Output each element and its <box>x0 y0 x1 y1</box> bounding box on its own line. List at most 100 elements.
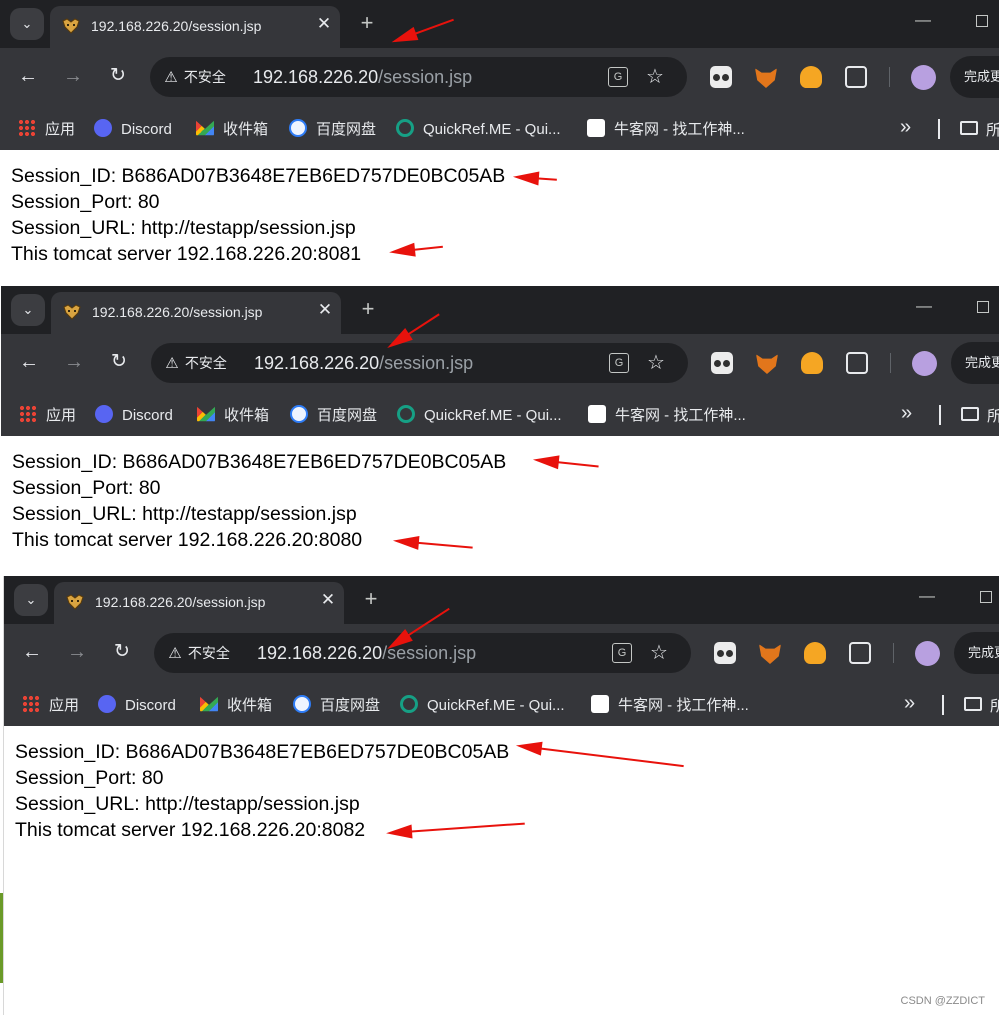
security-chip[interactable]: ⚠ 不安全 <box>162 65 226 89</box>
browser-screenshot-1: ⌄ 192.168.226.20/session.jsp ✕ + — ← → ↻… <box>0 0 999 283</box>
bookmark-quickref[interactable]: QuickRef.ME - Qui... <box>396 119 561 138</box>
tab-close-icon[interactable]: ✕ <box>318 590 338 610</box>
translate-icon[interactable]: G <box>608 67 628 87</box>
back-arrow-icon[interactable]: ← <box>17 350 41 374</box>
bookmark-discord[interactable]: Discord <box>94 119 172 138</box>
metamask-fox-icon[interactable] <box>759 644 781 664</box>
tab-search-button[interactable]: ⌄ <box>11 294 45 326</box>
bookmarks-overflow-icon[interactable]: » <box>904 693 915 713</box>
forward-arrow-icon[interactable]: → <box>62 350 86 374</box>
folder-icon[interactable] <box>960 121 978 135</box>
translate-icon[interactable]: G <box>609 353 629 373</box>
bookmark-star-icon[interactable]: ☆ <box>646 63 664 91</box>
maximize-icon[interactable] <box>980 591 992 603</box>
bookmark-baidu-netdisk[interactable]: 百度网盘 <box>290 405 378 424</box>
bookmark-discord[interactable]: Discord <box>98 695 176 714</box>
extension-eyes-icon[interactable] <box>710 66 732 88</box>
tab-strip: ⌄ 192.168.226.20/session.jsp ✕ + — <box>4 576 999 624</box>
bookmark-quickref[interactable]: QuickRef.ME - Qui... <box>397 405 562 424</box>
back-arrow-icon[interactable]: ← <box>20 640 44 664</box>
folder-icon[interactable] <box>961 407 979 421</box>
reload-icon[interactable]: ↻ <box>107 350 131 374</box>
folder-label[interactable]: 所 <box>987 405 999 426</box>
translate-icon[interactable]: G <box>612 643 632 663</box>
new-tab-icon[interactable]: + <box>358 586 384 612</box>
profile-avatar[interactable] <box>912 351 937 376</box>
bookmark-apps[interactable]: 应用 <box>18 119 75 138</box>
extensions-puzzle-icon[interactable] <box>845 66 867 88</box>
bookmark-quickref[interactable]: QuickRef.ME - Qui... <box>400 695 565 714</box>
forward-arrow-icon[interactable]: → <box>61 64 85 88</box>
extension-helmet-icon[interactable] <box>804 642 826 664</box>
new-tab-icon[interactable]: + <box>355 296 381 322</box>
bookmark-apps[interactable]: 应用 <box>22 695 79 714</box>
folder-label[interactable]: 所 <box>986 119 999 140</box>
extension-helmet-icon[interactable] <box>800 66 822 88</box>
address-bar[interactable]: ⚠ 不安全 192.168.226.20/session.jsp G ☆ <box>154 633 691 673</box>
apps-icon <box>18 119 36 137</box>
bookmarks-bar: 应用 Discord 收件箱 百度网盘 QuickRef.ME - Qui...… <box>1 392 999 436</box>
forward-arrow-icon[interactable]: → <box>65 640 89 664</box>
bookmark-gmail[interactable]: 收件箱 <box>196 119 268 138</box>
maximize-icon[interactable] <box>977 301 989 313</box>
minimize-icon[interactable]: — <box>915 12 931 30</box>
reload-icon[interactable]: ↻ <box>106 64 130 88</box>
bookmark-gmail[interactable]: 收件箱 <box>197 405 269 424</box>
metamask-fox-icon[interactable] <box>756 354 778 374</box>
url-text[interactable]: 192.168.226.20/session.jsp <box>257 641 476 665</box>
tab-search-button[interactable]: ⌄ <box>14 584 48 616</box>
minimize-icon[interactable]: — <box>916 298 932 316</box>
session-url-text: Session_URL: http://testapp/session.jsp <box>12 503 357 525</box>
address-bar[interactable]: ⚠ 不安全 192.168.226.20/session.jsp G ☆ <box>150 57 687 97</box>
tab-search-button[interactable]: ⌄ <box>10 8 44 40</box>
bookmark-discord[interactable]: Discord <box>95 405 173 424</box>
url-text[interactable]: 192.168.226.20/session.jsp <box>254 351 473 375</box>
url-host: 192.168.226.20 <box>253 67 379 87</box>
tab-close-icon[interactable]: ✕ <box>314 14 334 34</box>
active-tab[interactable]: 192.168.226.20/session.jsp ✕ <box>51 292 341 334</box>
url-text[interactable]: 192.168.226.20/session.jsp <box>253 65 472 89</box>
active-tab[interactable]: 192.168.226.20/session.jsp ✕ <box>54 582 344 624</box>
bookmark-star-icon[interactable]: ☆ <box>650 639 668 667</box>
bookmark-star-icon[interactable]: ☆ <box>647 349 665 377</box>
bookmark-nowcoder[interactable]: 牛客网 - 找工作神... <box>591 695 749 714</box>
bookmark-baidu-netdisk[interactable]: 百度网盘 <box>293 695 380 714</box>
finish-update-button[interactable]: 完成更新 <box>950 56 999 98</box>
bookmarks-overflow-icon[interactable]: » <box>901 403 912 423</box>
tab-close-icon[interactable]: ✕ <box>315 300 335 320</box>
address-bar[interactable]: ⚠ 不安全 192.168.226.20/session.jsp G ☆ <box>151 343 688 383</box>
bookmark-apps[interactable]: 应用 <box>19 405 76 424</box>
finish-update-button[interactable]: 完成更新 <box>951 342 999 384</box>
apps-icon <box>22 695 40 713</box>
bookmarks-bar: 应用 Discord 收件箱 百度网盘 QuickRef.ME - Qui...… <box>4 682 999 726</box>
metamask-fox-icon[interactable] <box>755 68 777 88</box>
extension-helmet-icon[interactable] <box>801 352 823 374</box>
bookmark-label: 百度网盘 <box>317 407 378 424</box>
bookmark-baidu-netdisk[interactable]: 百度网盘 <box>289 119 376 138</box>
folder-label[interactable]: 所 <box>990 695 999 716</box>
browser-toolbar: ← → ↻ ⚠ 不安全 192.168.226.20/session.jsp G… <box>0 48 999 106</box>
extensions-puzzle-icon[interactable] <box>846 352 868 374</box>
bookmark-nowcoder[interactable]: 牛客网 - 找工作神... <box>587 119 745 138</box>
browser-toolbar: ← → ↻ ⚠ 不安全 192.168.226.20/session.jsp G… <box>4 624 999 682</box>
finish-update-button[interactable]: 完成更新 <box>954 632 999 674</box>
profile-avatar[interactable] <box>915 641 940 666</box>
active-tab[interactable]: 192.168.226.20/session.jsp ✕ <box>50 6 340 48</box>
security-chip[interactable]: ⚠ 不安全 <box>163 351 227 375</box>
session-port-text: Session_Port: 80 <box>11 191 160 213</box>
maximize-icon[interactable] <box>976 15 988 27</box>
extension-eyes-icon[interactable] <box>714 642 736 664</box>
extension-eyes-icon[interactable] <box>711 352 733 374</box>
extensions-puzzle-icon[interactable] <box>849 642 871 664</box>
tab-strip: ⌄ 192.168.226.20/session.jsp ✕ + — <box>0 0 999 48</box>
back-arrow-icon[interactable]: ← <box>16 64 40 88</box>
bookmark-nowcoder[interactable]: 牛客网 - 找工作神... <box>588 405 746 424</box>
new-tab-icon[interactable]: + <box>354 10 380 36</box>
folder-icon[interactable] <box>964 697 982 711</box>
bookmarks-overflow-icon[interactable]: » <box>900 117 911 137</box>
profile-avatar[interactable] <box>911 65 936 90</box>
reload-icon[interactable]: ↻ <box>110 640 134 664</box>
bookmark-gmail[interactable]: 收件箱 <box>200 695 272 714</box>
security-chip[interactable]: ⚠ 不安全 <box>166 641 230 665</box>
minimize-icon[interactable]: — <box>919 588 935 606</box>
